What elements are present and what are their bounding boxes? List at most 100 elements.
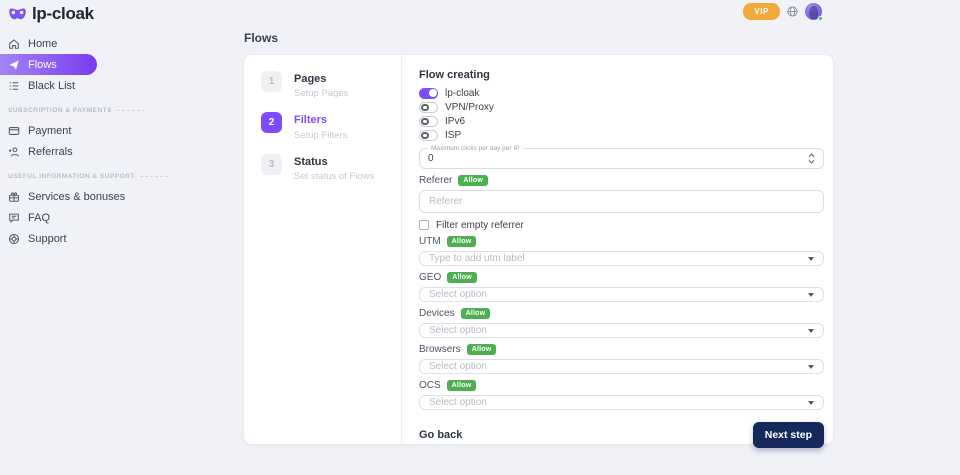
chevron-down-icon [808,293,814,297]
sidebar-item-label: FAQ [28,212,50,224]
ocs-allow-badge[interactable]: Allow [447,380,477,391]
chevron-down-icon [808,257,814,261]
devices-select[interactable]: Select option [419,323,824,338]
mask-logo-icon [8,7,27,21]
go-back-button[interactable]: Go back [419,429,462,441]
ocs-select[interactable]: Select option [419,395,824,410]
sidebar-item-black-list[interactable]: Black List [0,75,233,96]
toggle-vpn-proxy[interactable]: VPN/Proxy [419,101,824,113]
section-label: USEFUL INFORMATION & SUPPORT [8,173,135,180]
gift-icon [8,191,20,203]
toggle-isp[interactable]: ISP [419,129,824,141]
step-status[interactable]: 3 Status Set status of Flows [261,154,401,182]
online-status-dot [818,16,823,21]
filter-empty-referrer-row[interactable]: Filter empty referrer [419,220,824,230]
flow-creating-card: 1 Pages Setup Pages 2 Filters Setup Filt… [244,55,833,444]
geo-allow-badge[interactable]: Allow [447,272,477,283]
person-add-icon [8,146,20,158]
chevron-down-icon [808,401,814,405]
section-divider [117,110,145,111]
sidebar-section-subscription: SUBSCRIPTION & PAYMENTS [8,107,233,114]
select-placeholder: Select option [429,361,487,372]
toggle-switch-off[interactable] [419,130,438,141]
user-avatar[interactable] [805,3,822,20]
sidebar-item-label: Services & bonuses [28,191,125,203]
form-footer: Go back Next step [419,422,824,448]
sidebar-item-label: Support [28,233,67,245]
sidebar-item-label: Payment [28,125,71,137]
logo-text: lp-cloak [32,4,94,24]
sidebar-item-support[interactable]: Support [0,228,233,249]
sidebar-item-referrals[interactable]: Referrals [0,141,233,162]
vip-button[interactable]: VIP [743,3,780,20]
utm-group: UTM Allow Type to add utm label [419,236,824,266]
black-list-icon [8,80,20,92]
utm-label: UTM [419,236,441,247]
number-stepper-icon[interactable] [808,153,815,164]
step-number: 2 [261,112,282,133]
browsers-select[interactable]: Select option [419,359,824,374]
chat-icon [8,212,20,224]
sidebar-item-label: Black List [28,80,75,92]
max-clicks-field[interactable]: Maximum clicks per day per IP [419,148,824,169]
geo-group: GEO Allow Select option [419,272,824,302]
geo-select[interactable]: Select option [419,287,824,302]
select-placeholder: Select option [429,325,487,336]
avatar-image [809,6,818,19]
devices-label: Devices [419,308,455,319]
next-step-button[interactable]: Next step [753,422,824,448]
toggle-label: ISP [445,130,461,141]
filter-empty-referrer-checkbox[interactable] [419,220,429,230]
select-placeholder: Select option [429,397,487,408]
select-placeholder: Type to add utm label [429,253,525,264]
geo-label: GEO [419,272,441,283]
flows-icon [8,59,20,71]
max-clicks-label: Maximum clicks per day per IP [428,145,523,152]
toggle-lp-cloak[interactable]: lp-cloak [419,87,824,99]
step-filters[interactable]: 2 Filters Setup Filters [261,112,401,140]
referer-group: Referer Allow [419,175,824,213]
toggle-switch-on[interactable] [419,88,438,99]
step-subtitle: Setup Filters [294,130,347,141]
referer-label: Referer [419,175,452,186]
language-globe-icon[interactable] [787,6,798,17]
section-divider [140,176,168,177]
browsers-allow-badge[interactable]: Allow [467,344,497,355]
toggle-label: IPv6 [445,116,465,127]
chevron-down-icon [808,365,814,369]
sidebar-section-useful-info: USEFUL INFORMATION & SUPPORT [8,173,233,180]
step-title: Filters [294,112,347,127]
utm-select[interactable]: Type to add utm label [419,251,824,266]
browsers-group: Browsers Allow Select option [419,344,824,374]
referer-allow-badge[interactable]: Allow [458,175,488,186]
step-number: 3 [261,154,282,175]
step-subtitle: Set status of Flows [294,171,374,182]
referer-input[interactable] [419,190,824,213]
devices-group: Devices Allow Select option [419,308,824,338]
toggle-ipv6[interactable]: IPv6 [419,115,824,127]
toggle-label: VPN/Proxy [445,102,494,113]
devices-allow-badge[interactable]: Allow [461,308,491,319]
sidebar-item-payment[interactable]: Payment [0,120,233,141]
utm-allow-badge[interactable]: Allow [447,236,477,247]
home-icon [8,38,20,50]
sidebar-item-label: Referrals [28,146,73,158]
credit-card-icon [8,125,20,137]
step-pages[interactable]: 1 Pages Setup Pages [261,71,401,99]
app-logo[interactable]: lp-cloak [8,4,94,24]
lifebuoy-icon [8,233,20,245]
wizard-steps: 1 Pages Setup Pages 2 Filters Setup Filt… [244,55,402,444]
sidebar-item-services-bonuses[interactable]: Services & bonuses [0,186,233,207]
sidebar-item-home[interactable]: Home [0,33,233,54]
sidebar-item-faq[interactable]: FAQ [0,207,233,228]
section-label: SUBSCRIPTION & PAYMENTS [8,107,112,114]
toggle-switch-off[interactable] [419,116,438,127]
ocs-label: OCS [419,380,441,391]
toggle-switch-off[interactable] [419,102,438,113]
header: lp-cloak VIP [0,0,960,28]
step-title: Pages [294,71,348,86]
max-clicks-input[interactable] [428,153,808,164]
sidebar-item-flows[interactable]: Flows [0,54,97,75]
filters-form: Flow creating lp-cloak VPN/Proxy IPv6 IS… [402,55,833,444]
toggle-label: lp-cloak [445,88,479,99]
